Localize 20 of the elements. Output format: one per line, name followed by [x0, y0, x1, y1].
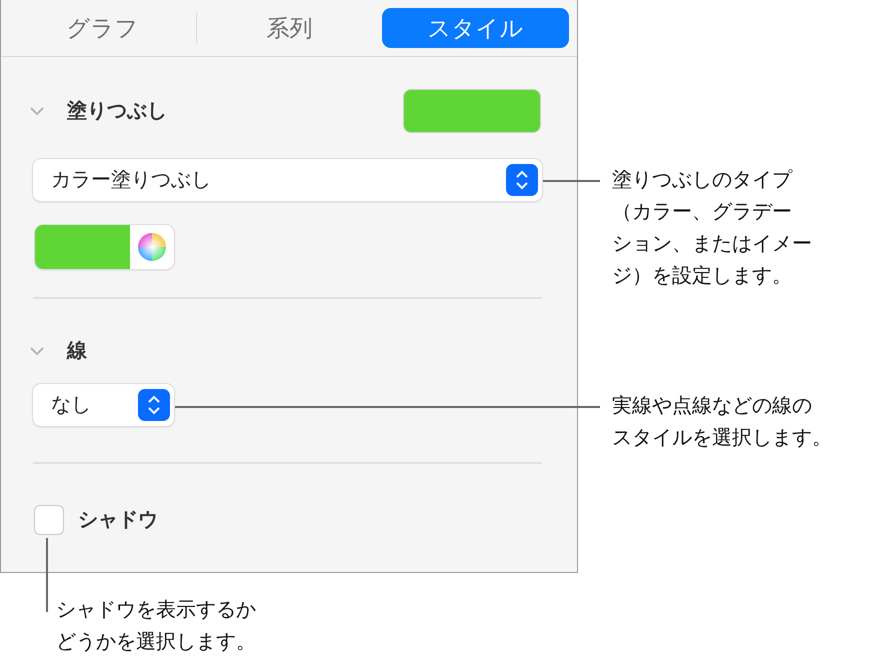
leader-line: [543, 180, 600, 182]
callout-text: 塗りつぶしのタイプ （カラー、グラデー ション、またはイメー ジ）を設定します。: [612, 168, 812, 289]
section-title: 線: [67, 339, 87, 364]
color-wheel-icon[interactable]: [137, 232, 167, 262]
shadow-label: シャドウ: [78, 508, 158, 533]
tab[interactable]: 系列: [196, 8, 382, 48]
shadow-checkbox[interactable]: [34, 505, 64, 535]
stepper-icon: [506, 164, 538, 196]
stroke-style-popup[interactable]: なし: [33, 384, 174, 426]
fill-color-swatch[interactable]: [403, 89, 541, 133]
stepper-icon: [138, 389, 170, 421]
chevron-down-icon[interactable]: [29, 346, 45, 356]
color-well[interactable]: [35, 225, 174, 269]
tab[interactable]: グラフ: [9, 8, 196, 48]
callout-text: シャドウを表示するか どうかを選択します。: [56, 598, 256, 655]
section-title: 塗りつぶし: [67, 99, 168, 124]
fill-type-popup[interactable]: カラー塗りつぶし: [33, 159, 542, 201]
chevron-down-icon[interactable]: [29, 106, 45, 116]
callout-text: 実線や点線などの線の スタイルを選択します。: [612, 394, 832, 451]
tab[interactable]: スタイル: [382, 8, 570, 48]
